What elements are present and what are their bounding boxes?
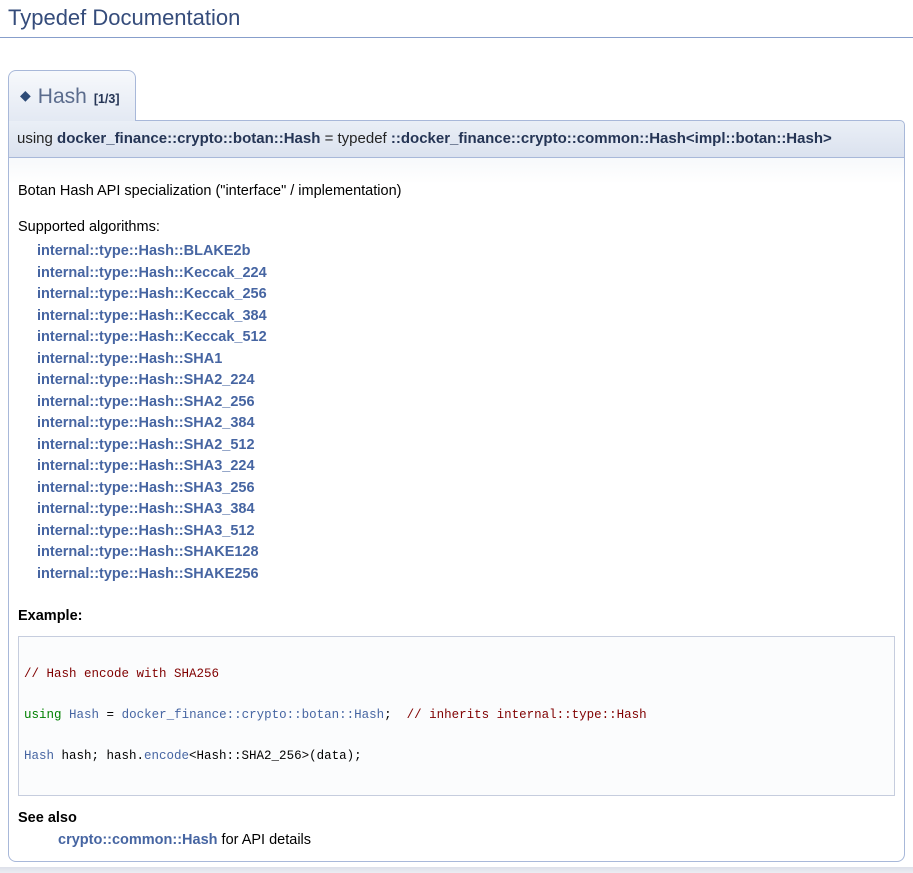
code-line: // Hash encode with SHA256 [24,668,889,682]
code-link[interactable]: docker_finance::crypto::botan::Hash [122,708,385,722]
code-fragment: // Hash encode with SHA256 using Hash = … [18,636,895,796]
code-link[interactable]: Hash [69,708,99,722]
algorithm-link[interactable]: internal::type::Hash::SHA3_512 [37,521,895,543]
member-documentation: Botan Hash API specialization ("interfac… [8,158,905,862]
algorithm-link[interactable]: internal::type::Hash::SHA3_384 [37,499,895,521]
member-tab-name: Hash [38,85,87,108]
declaration-keyword: using [17,130,57,147]
code-keyword: using [24,708,62,722]
member-declaration: using docker_finance::crypto::botan::Has… [8,120,905,158]
code-line: using Hash = docker_finance::crypto::bot… [24,709,889,723]
algorithm-link[interactable]: internal::type::Hash::SHAKE256 [37,564,895,586]
footer-divider [0,867,913,873]
algorithm-link[interactable]: internal::type::Hash::Keccak_512 [37,327,895,349]
code-comment: // inherits internal::type::Hash [407,708,647,722]
member-overload-badge: [1/3] [94,92,120,106]
code-text: = [99,708,122,722]
algorithm-link[interactable]: internal::type::Hash::Keccak_384 [37,306,895,328]
declaration-name: docker_finance::crypto::botan::Hash [57,130,320,147]
code-link[interactable]: Hash [24,749,54,763]
page-title: Typedef Documentation [0,5,913,38]
algorithm-link[interactable]: internal::type::Hash::Keccak_224 [37,263,895,285]
code-text: ; [384,708,407,722]
member-tab: ◆ Hash [1/3] [8,70,136,121]
algorithm-link[interactable]: internal::type::Hash::SHA3_256 [37,478,895,500]
algorithm-link[interactable]: internal::type::Hash::SHAKE128 [37,542,895,564]
algorithm-link[interactable]: internal::type::Hash::SHA1 [37,349,895,371]
member-item: using docker_finance::crypto::botan::Has… [8,120,905,862]
algorithm-link[interactable]: internal::type::Hash::SHA2_512 [37,435,895,457]
declaration-equals-typedef: = typedef [320,130,390,147]
see-also-label: See also [18,809,895,828]
code-text: <Hash::SHA2_256>(data); [189,749,362,763]
code-link[interactable]: encode [144,749,189,763]
see-also-link[interactable]: crypto::common::Hash [58,832,218,848]
code-line: Hash hash; hash.encode<Hash::SHA2_256>(d… [24,750,889,764]
see-also-content: crypto::common::Hash for API details [58,831,895,850]
code-comment: // Hash encode with SHA256 [24,667,219,681]
algorithm-link[interactable]: internal::type::Hash::SHA3_224 [37,456,895,478]
permalink-diamond-icon[interactable]: ◆ [20,87,31,103]
example-label: Example: [18,607,895,626]
algorithm-link[interactable]: internal::type::Hash::SHA2_384 [37,413,895,435]
algorithm-link[interactable]: internal::type::Hash::BLAKE2b [37,241,895,263]
code-text: hash; hash. [54,749,144,763]
algorithm-link[interactable]: internal::type::Hash::SHA2_224 [37,370,895,392]
algorithm-list: internal::type::Hash::BLAKE2binternal::t… [37,241,895,585]
brief-description: Botan Hash API specialization ("interfac… [18,182,895,201]
supported-algorithms-label: Supported algorithms: [18,218,895,237]
see-also-text: for API details [218,832,312,848]
algorithm-link[interactable]: internal::type::Hash::Keccak_256 [37,284,895,306]
algorithm-link[interactable]: internal::type::Hash::SHA2_256 [37,392,895,414]
declaration-target-type: ::docker_finance::crypto::common::Hash<i… [391,130,832,147]
code-text [62,708,70,722]
see-also-section: See also crypto::common::Hash for API de… [18,809,895,850]
